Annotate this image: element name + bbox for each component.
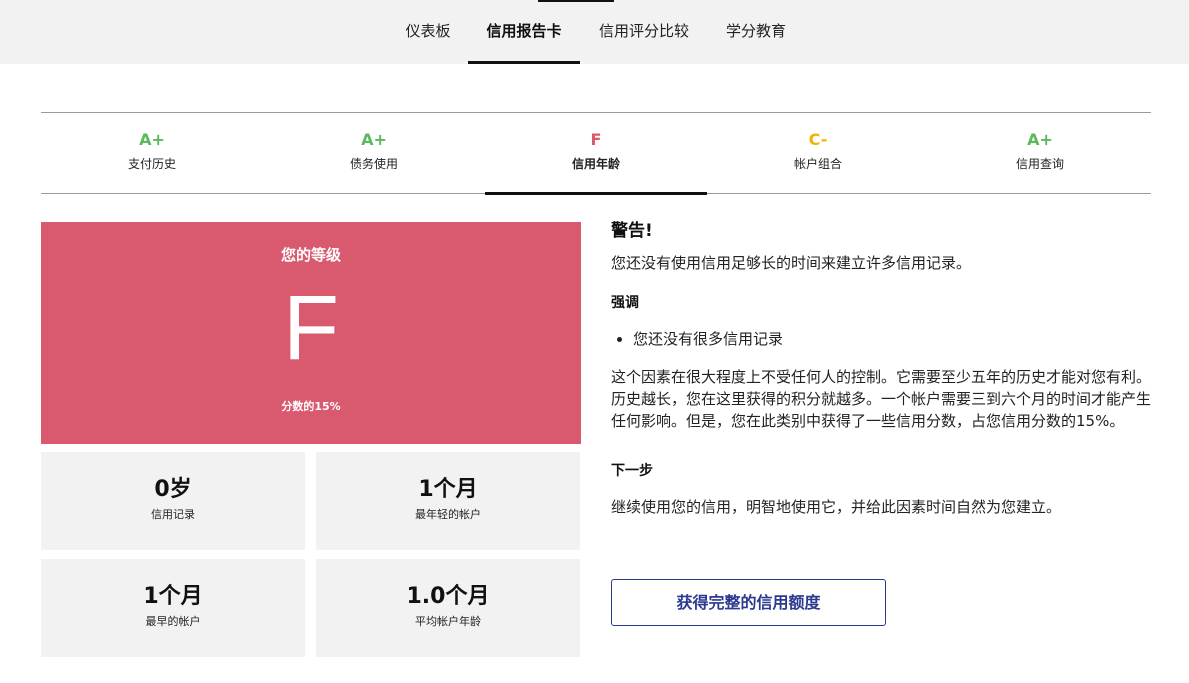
top-nav: 仪表板 信用报告卡 信用评分比较 学分教育 — [0, 0, 1189, 64]
nav-active-underline — [468, 61, 580, 64]
grade-tab-payment-history[interactable]: A+ 支付历史 — [41, 113, 263, 193]
grade-tab-credit-age[interactable]: F 信用年龄 — [485, 113, 707, 195]
grade-label: 债务使用 — [349, 157, 398, 171]
grade-value: A+ — [361, 130, 387, 149]
next-step-text: 继续使用您的信用，明智地使用它，并给此因素时间自然为您建立。 — [611, 498, 1062, 516]
grade-label: 支付历史 — [127, 157, 176, 171]
emphasis-title: 强调 — [611, 295, 639, 311]
grade-value: F — [590, 130, 602, 149]
stat-value: 0岁 — [154, 477, 192, 502]
nav-tab-credit-education[interactable]: 学分教育 — [712, 0, 800, 64]
detail-panel: 警告! 您还没有使用信用足够长的时间来建立许多信用记录。 强调 您还没有很多信用… — [611, 220, 1156, 518]
warning-title: 警告! — [611, 221, 653, 241]
grade-card-title: 您的等级 — [280, 246, 341, 264]
stat-credit-history: 0岁 信用记录 — [41, 452, 305, 550]
stat-average-account-age: 1.0个月 平均帐户年龄 — [316, 559, 580, 657]
grade-label: 信用查询 — [1015, 157, 1064, 171]
stat-value: 1.0个月 — [406, 584, 490, 609]
grade-tab-account-mix[interactable]: C- 帐户组合 — [707, 113, 929, 193]
grade-label: 帐户组合 — [793, 157, 842, 171]
grade-label: 信用年龄 — [571, 157, 620, 171]
list-item: 您还没有很多信用记录 — [633, 328, 1156, 350]
stat-value: 1个月 — [418, 477, 478, 502]
detail-paragraph: 这个因素在很大程度上不受任何人的控制。它需要至少五年的历史才能对您有利。历史越长… — [611, 368, 1152, 430]
stat-label: 平均帐户年龄 — [415, 615, 481, 628]
grade-value: C- — [808, 130, 828, 149]
grade-tab-debt-usage[interactable]: A+ 债务使用 — [263, 113, 485, 193]
grade-card: 您的等级 F 分数的15% — [41, 222, 581, 444]
grade-value: A+ — [1027, 130, 1053, 149]
grade-card-score: 分数的15% — [281, 400, 341, 413]
grade-value: A+ — [139, 130, 165, 149]
stat-label: 信用记录 — [151, 508, 195, 521]
stat-label: 最早的帐户 — [145, 615, 201, 628]
nav-tab-credit-report-card[interactable]: 信用报告卡 — [468, 0, 580, 64]
emphasis-list: 您还没有很多信用记录 — [611, 328, 1156, 350]
stat-youngest-account: 1个月 最年轻的帐户 — [316, 452, 580, 550]
stat-label: 最年轻的帐户 — [415, 508, 481, 521]
nav-tab-dashboard[interactable]: 仪表板 — [392, 0, 464, 64]
grade-tabs: A+ 支付历史 A+ 债务使用 F 信用年龄 C- 帐户组合 A+ 信用查询 — [41, 112, 1151, 195]
next-step-title: 下一步 — [611, 463, 653, 479]
grade-tab-credit-inquiries[interactable]: A+ 信用查询 — [929, 113, 1151, 193]
stat-value: 1个月 — [143, 584, 203, 609]
get-full-credit-button[interactable]: 获得完整的信用额度 — [611, 579, 886, 626]
warning-text: 您还没有使用信用足够长的时间来建立许多信用记录。 — [611, 254, 972, 272]
grade-card-letter: F — [282, 277, 340, 379]
nav-tab-score-comparison[interactable]: 信用评分比较 — [584, 0, 704, 64]
stat-oldest-account: 1个月 最早的帐户 — [41, 559, 305, 657]
